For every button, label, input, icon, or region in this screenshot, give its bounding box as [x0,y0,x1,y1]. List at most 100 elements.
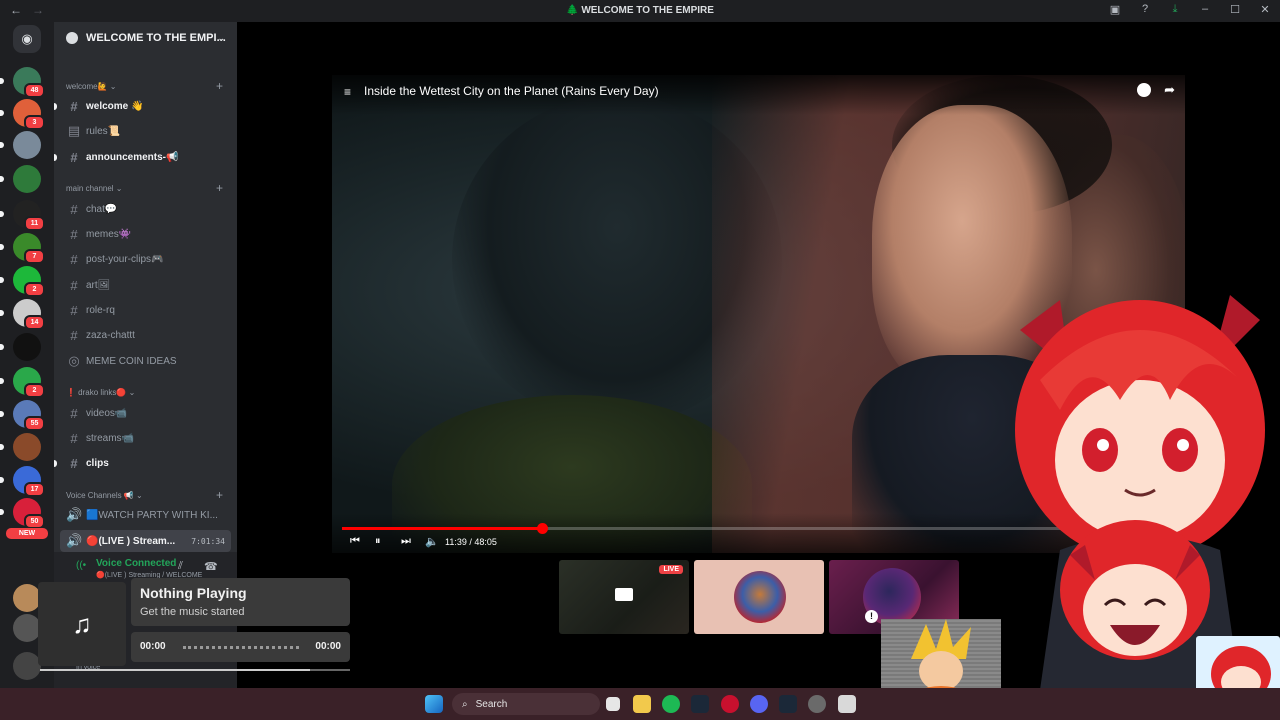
video-title[interactable]: Inside the Wettest City on the Planet (R… [364,84,659,98]
server-icon[interactable]: 2 [13,266,45,297]
server-icon[interactable] [13,614,41,642]
steam-icon-2[interactable] [779,695,797,713]
opera-icon[interactable] [721,695,739,713]
server-icon[interactable] [13,165,41,193]
voice-status[interactable]: Voice Connected [96,558,176,569]
voice-channel-live-stream[interactable]: 🔊 🔴(LIVE ) Stream... 7:01:34 [60,530,231,552]
steam-icon[interactable] [691,695,709,713]
maximize-button[interactable]: ☐ [1228,3,1242,16]
taskbar-search[interactable]: ⌕ Search [452,693,600,715]
channel-meme-coin[interactable]: ◎ MEME COIN IDEAS [54,350,237,372]
server-icon [66,32,78,44]
music-track[interactable] [183,646,299,649]
mention-badge: 17 [24,482,45,497]
category-drako[interactable]: ❗ drako links🔴 ⌄ [54,384,237,400]
help-icon[interactable]: ? [1138,3,1152,16]
channel-announcements[interactable]: # announcements-📢 [54,146,237,168]
hash-icon: # [70,226,78,242]
discord-icon[interactable] [750,695,768,713]
category-welcome[interactable]: welcome🙋 ⌄ + [54,78,237,94]
server-icon[interactable]: 2 [13,367,45,398]
server-icon[interactable]: 17 [13,466,45,497]
download-icon[interactable]: ⤓ [1168,3,1182,16]
search-icon: ⌕ [462,698,468,710]
mention-badge: 48 [24,83,45,98]
next-icon[interactable]: ⏭ [401,535,411,548]
server-icon[interactable]: 50 [13,498,45,529]
add-channel-icon[interactable]: + [216,488,223,502]
discord-home-icon[interactable]: ◉ [13,25,41,53]
avatar [734,571,786,623]
server-icon[interactable] [13,131,41,159]
task-view-icon[interactable] [606,697,620,711]
stream-timer: 7:01:34 [191,536,225,546]
server-icon[interactable]: 11 [13,200,45,231]
channel-memes[interactable]: # memes👾 [54,223,237,245]
inbox-icon[interactable]: ▣ [1108,3,1122,16]
server-icon[interactable]: 3 [13,99,45,130]
server-icon[interactable] [13,433,41,461]
disconnect-icon[interactable]: ☎ [204,560,218,573]
server-icon[interactable]: 7 [13,233,45,264]
speaker-icon: 🔊 [66,507,83,522]
add-channel-icon[interactable]: + [216,79,223,93]
channel-clips[interactable]: # clips [54,452,237,474]
channel-chat[interactable]: # chat💬 [54,198,237,220]
close-button[interactable]: ✕ [1258,3,1272,16]
progress-knob[interactable] [536,523,548,534]
mention-badge: 55 [24,416,45,431]
mention-badge: 2 [24,383,45,398]
channel-videos[interactable]: # videos📹 [54,402,237,424]
hash-icon: # [70,455,78,471]
server-icon[interactable]: 48 [13,67,45,98]
unread-pip [0,411,4,417]
add-channel-icon[interactable]: + [216,181,223,195]
unread-pip [0,244,4,250]
channel-art[interactable]: # art🖼 [54,274,237,296]
hash-icon: # [70,149,78,165]
server-icon[interactable] [13,584,41,612]
category-main[interactable]: main channel ⌄ + [54,180,237,196]
stream-tile-user[interactable] [694,560,824,634]
pause-icon[interactable]: ⏸ [375,535,381,548]
channel-streams[interactable]: # streams📹 [54,427,237,449]
watch-later-icon[interactable] [1137,83,1151,97]
channel-post-clips[interactable]: # post-your-clips🎮 [54,248,237,270]
mention-badge: 11 [24,216,45,231]
music-title: Nothing Playing [140,585,247,601]
music-timeline: 00:00 00:00 [131,632,350,662]
hash-icon: # [70,98,78,114]
stage-icon: ◎ [68,353,80,368]
category-voice[interactable]: Voice Channels 📢 ⌄ + [54,487,237,503]
voice-channel-watch-party[interactable]: 🔊 🟦WATCH PARTY WITH KI... [54,504,237,526]
vtuber-avatar [1015,295,1265,690]
music-note-icon: ♫ [38,582,126,666]
server-icon[interactable]: 14 [13,299,45,330]
channel-zaza[interactable]: # zaza-chattt [54,324,237,346]
unread-pip [0,78,4,84]
hash-icon: # [70,430,78,446]
previous-icon[interactable]: ⏮ [350,535,360,548]
noise-suppression-icon[interactable]: ⫽ [178,560,183,573]
channel-role-rq[interactable]: # role-rq [54,299,237,321]
unread-pip [0,444,4,450]
mention-badge: 14 [24,315,45,330]
window-title: 🌲 WELCOME TO THE EMPIRE [566,5,714,16]
channel-rules[interactable]: ▤ rules📜 [54,120,237,142]
spotify-icon[interactable] [662,695,680,713]
music-time-end: 00:00 [315,641,341,652]
stream-tile-screen[interactable]: LIVE [559,560,689,634]
app-icon[interactable] [838,695,856,713]
windows-start-icon[interactable] [425,695,443,713]
share-icon[interactable]: ➦ [1164,82,1175,98]
file-explorer-icon[interactable] [633,695,651,713]
obs-icon[interactable] [808,695,826,713]
server-header[interactable]: WELCOME TO THE EMPI... ⌄ [54,22,237,54]
server-icon[interactable] [13,652,41,680]
playlist-icon[interactable]: ≡ [344,85,351,99]
channel-welcome[interactable]: # welcome 👋 [54,95,237,117]
minimize-button[interactable]: – [1198,3,1212,16]
server-icon[interactable]: 55 [13,400,45,431]
volume-icon[interactable]: 🔈 [425,535,439,548]
server-icon[interactable] [13,333,41,361]
